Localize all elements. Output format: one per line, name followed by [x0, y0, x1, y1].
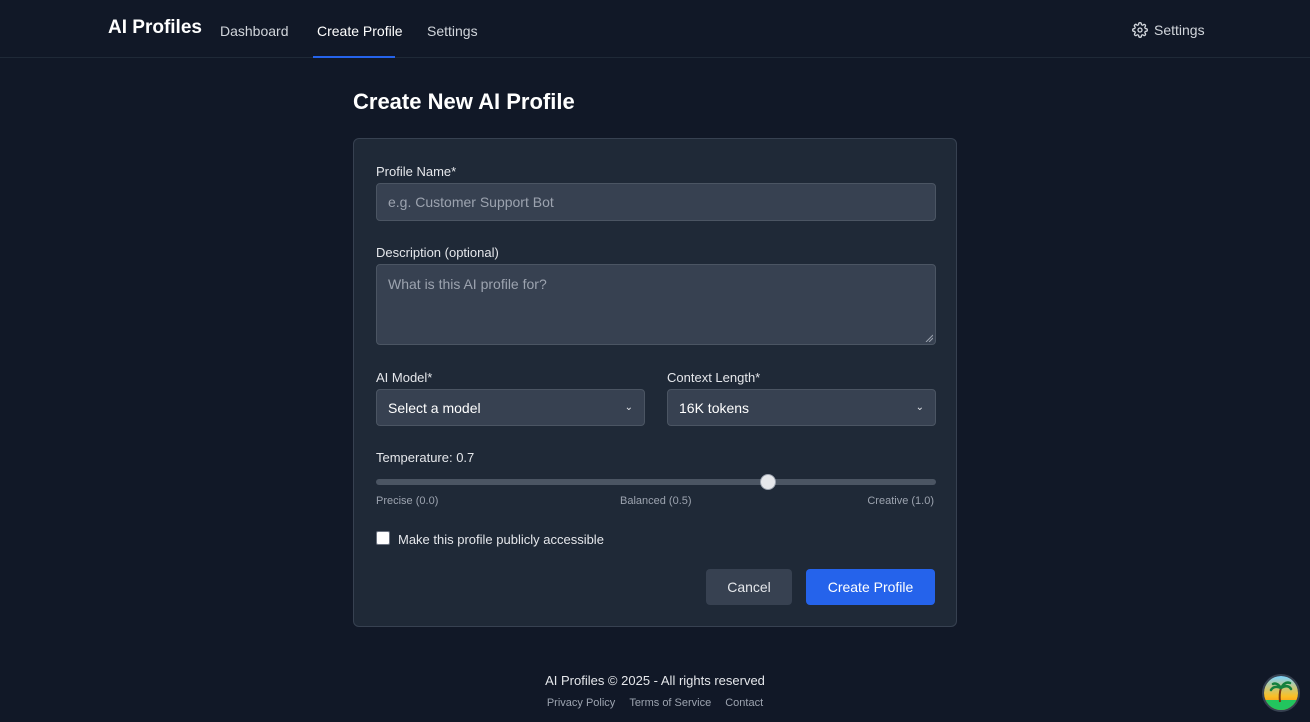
create-profile-button[interactable]: Create Profile	[806, 569, 935, 605]
brand-logo[interactable]: AI Profiles	[108, 17, 202, 39]
footer-link-terms[interactable]: Terms of Service	[629, 697, 711, 709]
footer-copyright: AI Profiles © 2025 - All rights reserved	[545, 673, 765, 688]
temperature-tick-mid: Balanced (0.5)	[620, 495, 692, 507]
gear-icon	[1132, 22, 1148, 38]
avatar[interactable]	[1262, 674, 1300, 712]
public-checkbox-label[interactable]: Make this profile publicly accessible	[398, 532, 604, 547]
cancel-button[interactable]: Cancel	[706, 569, 792, 605]
nav-settings[interactable]: Settings	[427, 23, 478, 39]
resize-handle-icon[interactable]	[925, 334, 933, 342]
context-length-label: Context Length*	[667, 370, 761, 385]
footer-link-privacy[interactable]: Privacy Policy	[547, 697, 615, 709]
model-selected-value: Select a model	[388, 399, 481, 416]
description-label: Description (optional)	[376, 245, 499, 260]
profile-name-placeholder: e.g. Customer Support Bot	[388, 194, 554, 210]
description-textarea[interactable]: What is this AI profile for?	[376, 264, 936, 345]
profile-name-label: Profile Name*	[376, 164, 457, 179]
temperature-slider-thumb[interactable]	[760, 474, 776, 490]
temperature-label: Temperature: 0.7	[376, 450, 475, 465]
page-title: Create New AI Profile	[353, 89, 575, 114]
beach-avatar-icon	[1264, 676, 1298, 710]
temperature-tick-min: Precise (0.0)	[376, 495, 439, 507]
temperature-slider[interactable]	[376, 474, 936, 490]
nav-create-profile[interactable]: Create Profile	[317, 23, 403, 39]
description-placeholder: What is this AI profile for?	[388, 276, 547, 292]
context-length-selected-value: 16K tokens	[679, 399, 750, 416]
model-label: AI Model*	[376, 370, 433, 385]
chevron-down-icon: ⌄	[624, 402, 633, 413]
footer-link-contact[interactable]: Contact	[725, 697, 763, 709]
top-navbar: AI Profiles Dashboard Create Profile Set…	[0, 0, 1310, 58]
public-checkbox[interactable]	[376, 531, 390, 545]
settings-button[interactable]: Settings	[1132, 22, 1205, 38]
active-nav-indicator	[313, 56, 395, 58]
profile-form-card: Profile Name* e.g. Customer Support Bot …	[353, 138, 957, 627]
settings-label: Settings	[1154, 22, 1205, 38]
model-select[interactable]: Select a model ⌄	[376, 389, 645, 426]
context-length-select[interactable]: 16K tokens ⌄	[667, 389, 936, 426]
nav-dashboard[interactable]: Dashboard	[220, 23, 289, 39]
footer-links: Privacy Policy Terms of Service Contact	[0, 697, 1310, 709]
profile-name-input[interactable]: e.g. Customer Support Bot	[376, 183, 936, 221]
temperature-tick-max: Creative (1.0)	[867, 495, 934, 507]
chevron-down-icon: ⌄	[915, 402, 924, 413]
